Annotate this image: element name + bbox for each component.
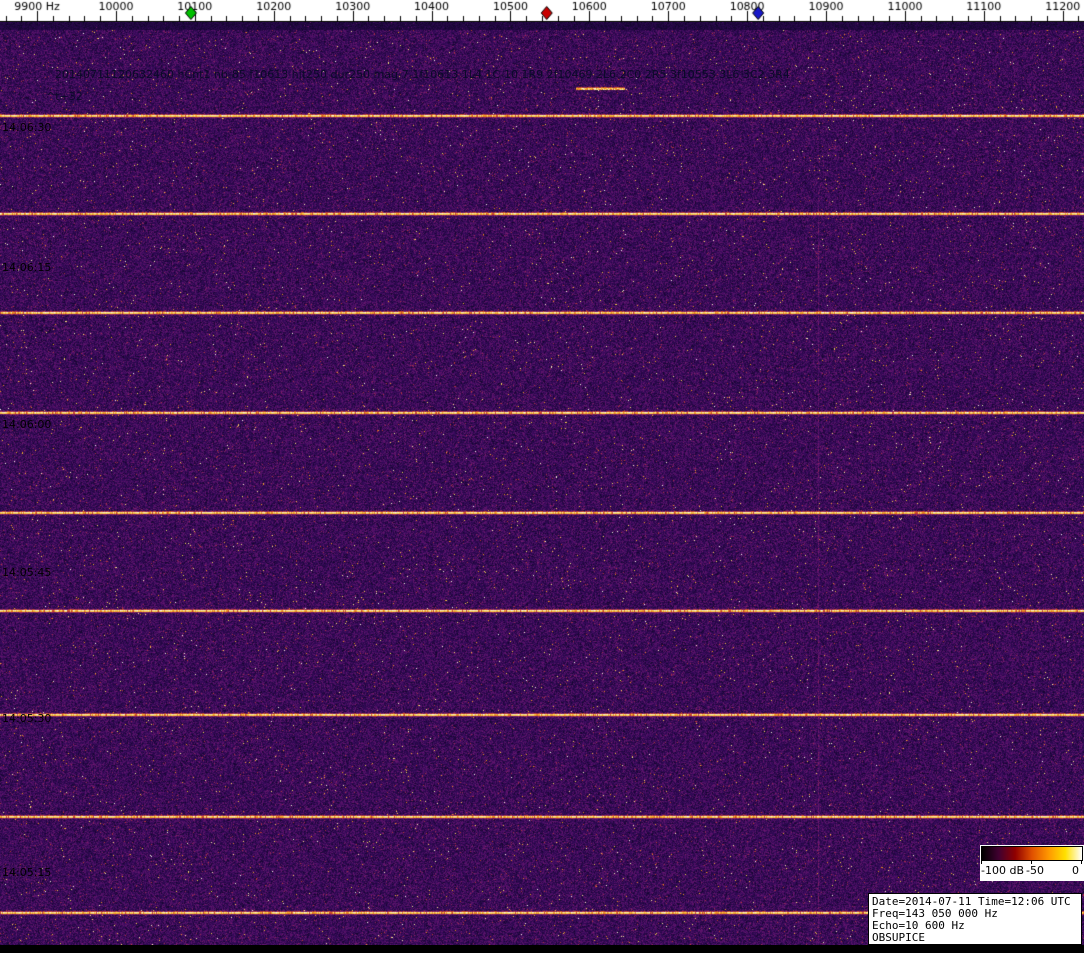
colorbar-label-max: 0 (1072, 864, 1079, 877)
info-box: Date=2014-07-11 Time=12:06 UTC Freq=143 … (868, 893, 1082, 945)
bottom-border (0, 945, 1084, 953)
colorbar-gradient (981, 846, 1083, 861)
spectrogram-canvas (0, 22, 1084, 945)
time-offset-annotation: ^t+32 (46, 90, 83, 103)
event-annotation: 20140711120632460 hCnt1 nb-85 f10613 hit… (55, 68, 790, 81)
info-station-line: OBSUPICE (872, 931, 925, 944)
colorbar-label-min: -100 dB (981, 864, 1024, 877)
colorbar: -100 dB -50 0 (980, 845, 1084, 881)
spectrogram-view: 20140711120632460 hCnt1 nb-85 f10613 hit… (0, 0, 1084, 953)
colorbar-label-mid: -50 (1026, 864, 1044, 877)
frequency-scale (0, 0, 1084, 22)
colorbar-tick-max (1081, 861, 1082, 864)
